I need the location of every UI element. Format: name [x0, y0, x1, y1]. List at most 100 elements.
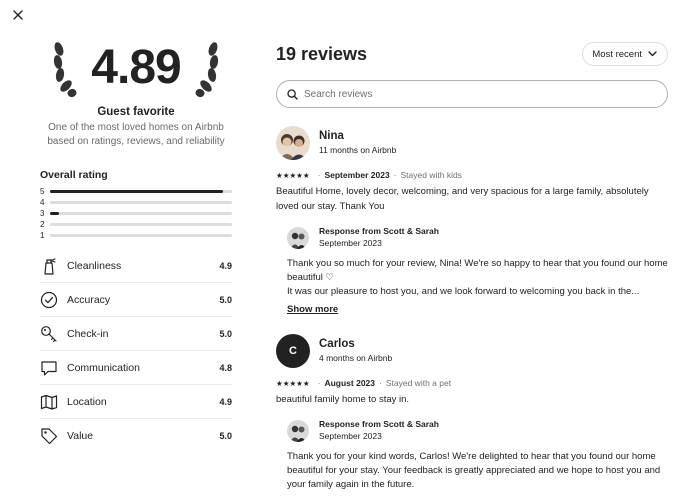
category-label: Cleanliness: [67, 259, 122, 272]
meta-separator: ·: [379, 378, 382, 388]
review-text: Beautiful Home, lovely decor, welcoming,…: [276, 186, 649, 212]
host-avatar[interactable]: [287, 226, 309, 249]
category-row-value: Value 5.0: [40, 419, 232, 453]
review-item: Nina 11 months on Airbnb ★★★★★ · Septemb…: [276, 126, 668, 317]
badge-title: Guest favorite: [97, 106, 175, 118]
response-info: Response from Scott & Sarah September 20…: [319, 419, 439, 442]
rating-bar-label: 3: [40, 209, 45, 218]
category-label: Accuracy: [67, 293, 111, 306]
rating-bar-row: 5: [40, 186, 232, 197]
search-box[interactable]: [276, 80, 668, 108]
category-label: Location: [67, 395, 107, 408]
rating-bar-track: [50, 212, 232, 215]
laurel-left-icon: [53, 42, 77, 98]
category-value: 5.0: [219, 431, 232, 441]
category-value: 4.9: [219, 260, 232, 271]
overall-rating-section: Overall rating 5 4 3 2 1: [40, 169, 232, 241]
reviewer-tenure: 11 months on Airbnb: [319, 145, 397, 155]
host-response: Response from Scott & Sarah September 20…: [287, 226, 668, 317]
category-label: Communication: [67, 361, 140, 374]
category-ratings: Cleanliness 4.9 Accuracy 5.0 Check-in 5.…: [40, 249, 232, 453]
check-circle-icon: [40, 291, 58, 309]
host-avatar[interactable]: [287, 419, 309, 442]
rating-bar-row: 2: [40, 219, 232, 230]
key-icon: [40, 325, 58, 343]
sort-dropdown[interactable]: Most recent: [582, 42, 668, 66]
response-header: Response from Scott & Sarah September 20…: [287, 226, 668, 249]
rating-bar-track: [50, 190, 232, 193]
reviews-header: 19 reviews Most recent: [276, 40, 668, 68]
rating-bar-label: 4: [40, 198, 45, 207]
avatar[interactable]: [276, 126, 310, 160]
meta-separator: ·: [317, 378, 321, 388]
reviewer-tenure: 4 months on Airbnb: [319, 353, 393, 363]
tag-icon: [40, 427, 58, 445]
response-date: September 2023: [319, 238, 382, 248]
category-row-checkin: Check-in 5.0: [40, 317, 232, 351]
reviews-panel: 19 reviews Most recent Search reviews Ni…: [276, 40, 668, 492]
response-text: Thank you so much for your review, Nina!…: [287, 257, 668, 299]
rating-bar-label: 1: [40, 231, 45, 240]
rating-distribution: 5 4 3 2 1: [40, 186, 232, 241]
category-value: 4.8: [219, 362, 232, 373]
reviews-count-title: 19 reviews: [276, 43, 368, 64]
rating-summary: 4.89 Guest favorite One of the most love…: [40, 38, 232, 453]
rating-bar-row: 4: [40, 197, 232, 208]
category-label: Check-in: [67, 327, 109, 340]
rating-bar-label: 5: [40, 187, 45, 196]
response-text: Thank you for your kind words, Carlos! W…: [287, 451, 661, 490]
category-value: 4.9: [219, 396, 232, 407]
star-rating: ★★★★★: [276, 170, 310, 180]
rating-bar-label: 2: [40, 220, 45, 229]
reviews-modal: 4.89 Guest favorite One of the most love…: [0, 0, 700, 500]
rating-bar-track: [50, 201, 232, 204]
rating-bar-track: [50, 223, 232, 226]
avatar[interactable]: C: [276, 334, 310, 368]
show-more-link[interactable]: Show more: [287, 304, 338, 315]
response-text-line: It was our pleasure to host you, and we …: [287, 286, 640, 297]
rating-bar-track: [50, 234, 232, 237]
stay-type: Stayed with kids: [400, 170, 462, 180]
reviewer-info: Carlos 4 months on Airbnb: [319, 337, 392, 365]
laurel-right-icon: [195, 42, 219, 98]
reviewer-name: Carlos: [319, 338, 355, 350]
category-row-communication: Communication 4.8: [40, 351, 232, 385]
message-bubble-icon: [40, 359, 58, 377]
search-input[interactable]: [304, 88, 634, 100]
review-item: C Carlos 4 months on Airbnb ★★★★★ · Augu…: [276, 334, 668, 492]
category-row-accuracy: Accuracy 5.0: [40, 283, 232, 317]
close-icon: [13, 10, 23, 20]
rating-bar-fill: [50, 212, 60, 215]
meta-separator: ·: [317, 170, 321, 180]
stay-type: Stayed with a pet: [385, 378, 452, 388]
reviewer-info: Nina 11 months on Airbnb: [319, 129, 396, 157]
close-button[interactable]: [10, 7, 26, 23]
host-response: Response from Scott & Sarah September 20…: [287, 419, 668, 492]
rating-bar-row: 3: [40, 208, 232, 219]
review-text: beautiful family home to stay in.: [276, 394, 410, 405]
star-rating: ★★★★★: [276, 378, 310, 388]
search-icon: [287, 88, 298, 100]
review-header: Nina 11 months on Airbnb: [276, 126, 668, 160]
response-from: Response from Scott & Sarah: [319, 226, 439, 236]
review-date: September 2023: [324, 170, 390, 180]
category-value: 5.0: [219, 328, 232, 339]
badge-subtitle: One of the most loved homes on Airbnb ba…: [47, 122, 225, 147]
meta-separator: ·: [393, 170, 397, 180]
rating-bar-fill: [50, 190, 223, 193]
response-from: Response from Scott & Sarah: [319, 419, 439, 429]
overall-rating-title: Overall rating: [40, 169, 108, 181]
overall-score: 4.89: [91, 41, 181, 94]
chevron-down-icon: [648, 51, 657, 57]
review-date: August 2023: [324, 378, 376, 388]
reviewer-name: Nina: [319, 130, 344, 142]
review-header: C Carlos 4 months on Airbnb: [276, 334, 668, 368]
score-block: 4.89: [40, 38, 232, 98]
review-meta: ★★★★★ · August 2023 · Stayed with a pet: [276, 377, 668, 389]
spray-bottle-icon: [40, 257, 58, 275]
rating-bar-row: 1: [40, 230, 232, 241]
category-label: Value: [67, 430, 94, 442]
response-info: Response from Scott & Sarah September 20…: [319, 226, 439, 249]
sort-label: Most recent: [592, 48, 642, 60]
category-row-location: Location 4.9: [40, 385, 232, 419]
